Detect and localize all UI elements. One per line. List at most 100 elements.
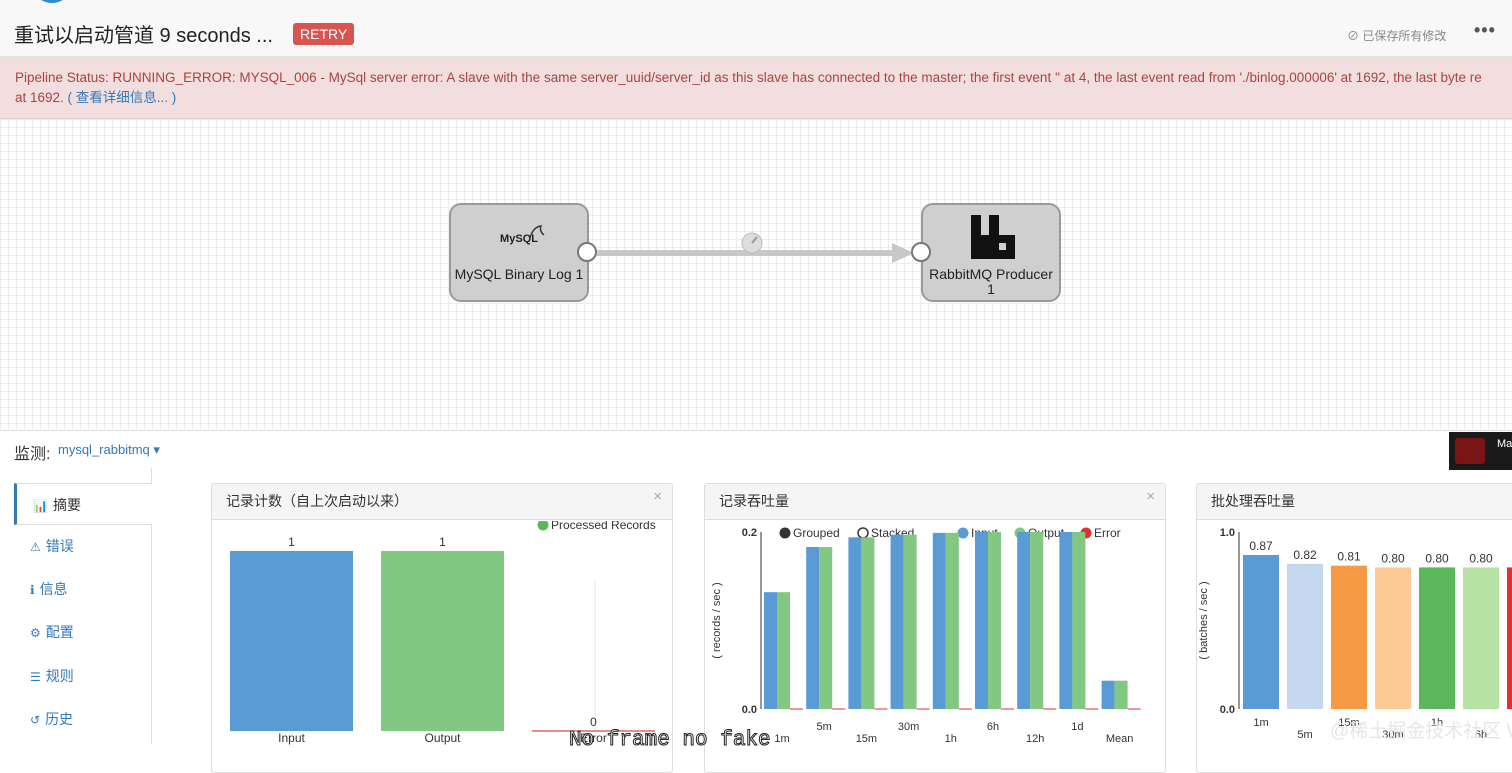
record-throughput-panel-header: 记录吞吐量 × [705,484,1165,520]
monitor-label: 监测: [14,446,51,463]
origin-output-port[interactable] [577,242,597,262]
save-status: ⊘ 已保存所有修改 [1347,27,1446,44]
history-icon: ↺ [30,713,41,727]
bar-output-1d [1072,532,1086,709]
bar-output-30m [903,534,917,709]
bar-15m [1331,565,1367,709]
panel-title: 记录吞吐量 [719,493,789,509]
bar-input-30m [890,534,904,709]
y-tick-label: 0.0 [742,704,757,716]
pipeline-select-dropdown[interactable]: mysql_rabbitmq ▾ [58,442,160,458]
stream-gauge-icon [741,232,763,254]
y-tick-label: 0.0 [1220,704,1235,716]
data-label: 0 [590,715,597,729]
grouped-radio [779,527,791,539]
app-logo [41,0,63,3]
retry-badge[interactable]: RETRY [293,23,355,45]
pipeline-connection [597,232,914,263]
category-label: Output [424,731,461,745]
data-label: 0.80 [1425,551,1449,565]
legend-label-error: Error [1094,526,1121,540]
more-menu-button[interactable]: ••• [1474,20,1496,41]
check-circle-icon: ⊘ [1347,29,1363,43]
data-label: 0.82 [1293,548,1317,562]
bar-output-6h [988,532,1001,709]
batch-throughput-panel-header: 批处理吞吐量 [1197,484,1512,520]
origin-stage-label: MySQL Binary Log 1 [454,266,584,282]
nav-item-label: 错误 [45,538,74,554]
gear-icon: ⚙ [30,626,41,640]
top-bar: 重试以启动管道 9 seconds ... RETRY ⊘ 已保存所有修改 ••… [0,0,1512,57]
data-label: 1 [288,535,295,549]
nav-item-config[interactable]: ⚙ 配置 [14,611,152,653]
data-label: 0.81 [1337,550,1361,564]
bar-input-15m [848,537,862,709]
destination-input-port[interactable] [911,242,931,262]
bar-1m [1243,555,1279,709]
bar-6h [1463,567,1499,709]
dolphin-icon [529,225,545,239]
bar-input-1m [764,592,777,709]
grouped-label: Grouped [793,526,840,540]
origin-stage-mysql-binlog[interactable]: MySQL MySQL Binary Log 1 [449,203,589,302]
data-label: 0.87 [1249,539,1273,553]
nav-item-label: 配置 [45,624,74,640]
monitor-side-nav: 📊 摘要 ⚠ 错误 ℹ 信息 ⚙ 配置 ☰ 规则 ↺ 历史 [14,468,152,744]
warning-icon: ⚠ [30,540,41,554]
save-status-text: 已保存所有修改 [1362,29,1447,43]
category-label: 12h [1026,733,1044,745]
pipeline-status-alert: Pipeline Status: RUNNING_ERROR: MYSQL_00… [0,57,1512,119]
nav-item-summary[interactable]: 📊 摘要 [14,483,152,525]
data-label: 0.80 [1381,551,1405,565]
bar-output-mean [1114,680,1128,709]
bar-12h [1507,567,1512,709]
category-label: 5m [1297,729,1312,741]
alert-message-cont: at 1692. [15,90,68,105]
destination-stage-rabbitmq[interactable]: RabbitMQ Producer 1 [921,203,1061,302]
monitor-bar: 监测: mysql_rabbitmq ▾ [0,431,1512,468]
bar-output-12h [1030,532,1044,709]
category-label: 1m [774,733,789,745]
category-label: Input [278,731,305,745]
info-icon: ℹ [30,583,35,597]
nav-item-label: 信息 [39,581,68,597]
bar-input-6h [975,532,988,709]
nav-item-history[interactable]: ↺ 历史 [14,698,152,740]
legend-label: Processed Records [551,521,656,532]
nav-item-info[interactable]: ℹ 信息 [14,568,152,610]
nav-item-errors[interactable]: ⚠ 错误 [14,525,152,567]
data-label: 1 [439,535,446,549]
stacked-radio [857,527,869,539]
bar-chart-icon: 📊 [33,499,48,513]
alert-message: Pipeline Status: RUNNING_ERROR: MYSQL_00… [15,70,1482,85]
mysql-logo-icon: MySQL [500,233,538,245]
category-label: 30m [898,721,919,733]
bar-input-1d [1059,532,1073,709]
nav-item-label: 历史 [45,711,74,727]
video-watermark: No frame no fake [569,729,772,753]
nav-item-rules[interactable]: ☰ 规则 [14,655,152,697]
legend-swatch-input [957,527,969,539]
panel-title: 批处理吞吐量 [1211,493,1295,509]
bar-input-5m [806,547,820,709]
bar-input-1h [932,532,946,709]
list-icon: ☰ [30,670,41,684]
category-label: 1h [945,733,957,745]
y-tick-label: 1.0 [1220,527,1235,539]
data-label: 0.80 [1469,551,1493,565]
close-icon[interactable]: × [1146,488,1155,505]
view-details-link[interactable]: ( 查看详细信息... ) [68,90,177,105]
category-label: 1d [1071,721,1083,733]
minimap-thumbnail[interactable]: Ma [1449,432,1512,470]
panel-title: 记录计数（自上次启动以来） [226,493,408,509]
bar-30m [1375,567,1411,709]
legend-swatch [537,521,549,531]
destination-stage-label-2: 1 [987,281,995,297]
pipeline-canvas[interactable]: MySQL MySQL Binary Log 1 RabbitMQ Produc… [0,119,1512,431]
bar-input-mean [1101,680,1115,709]
bar-output-5m [819,547,833,709]
rabbitmq-icon [971,215,1015,259]
record-throughput-panel: 记录吞吐量 × GroupedStackedInputOutputError0.… [704,483,1166,773]
close-icon[interactable]: × [653,488,662,505]
pipeline-title: 重试以启动管道 9 seconds ... [14,25,273,47]
